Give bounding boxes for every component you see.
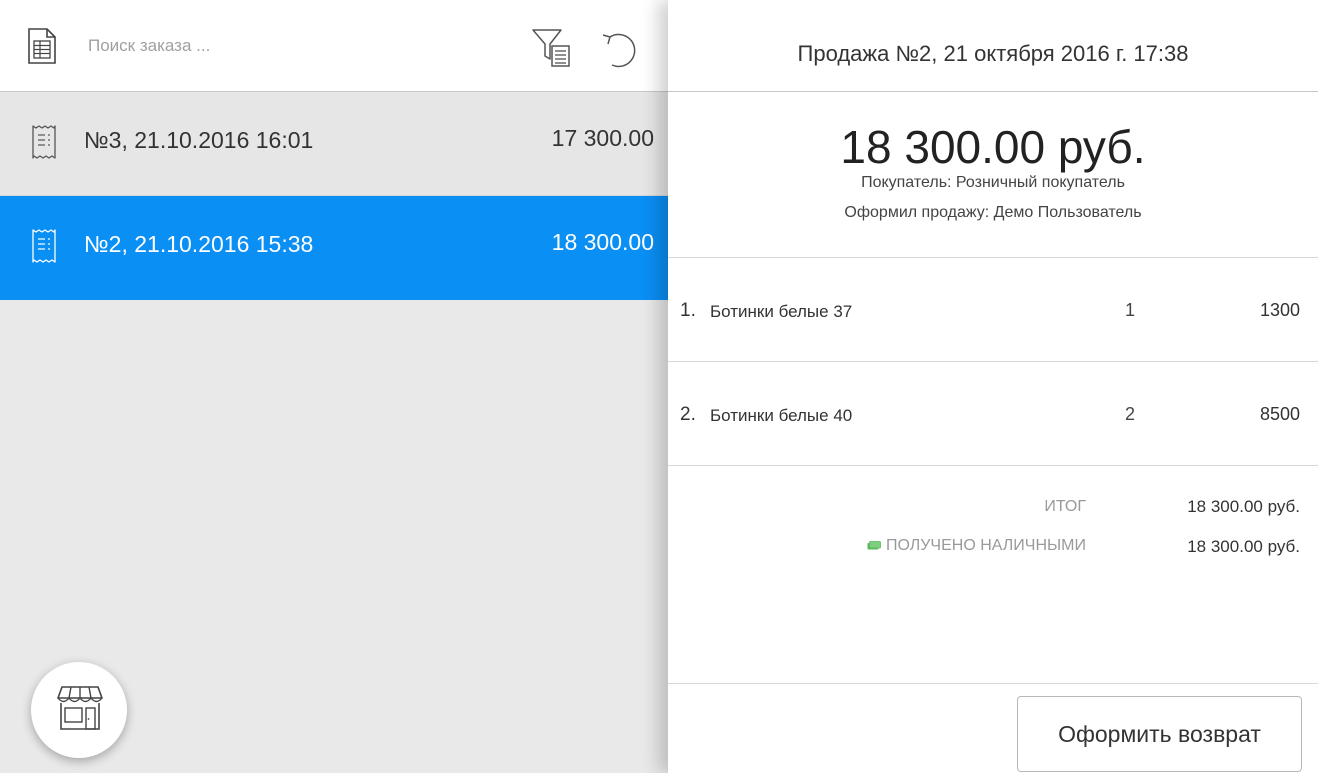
order-row[interactable]: №3, 21.10.2016 16:01 17 300.00: [0, 92, 668, 196]
cash-icon: [867, 541, 881, 550]
total-label: ИТОГ: [1044, 498, 1086, 515]
search-input[interactable]: [88, 30, 488, 62]
item-price: 8500: [1259, 404, 1300, 424]
receipt-icon: [32, 229, 56, 263]
item-name: Ботинки белые 40: [710, 406, 853, 425]
seller-info: Оформил продажу: Демо Пользователь: [844, 204, 1142, 221]
order-label: №2, 21.10.2016 15:38: [84, 231, 314, 257]
order-amount: 18 300.00: [551, 229, 654, 255]
item-number: 1.: [680, 300, 696, 321]
total-value: 18 300.00 руб.: [1187, 497, 1300, 516]
order-row-selected[interactable]: №2, 21.10.2016 15:38 18 300.00: [0, 196, 668, 300]
undo-icon[interactable]: [598, 27, 642, 71]
item-price: 1300: [1259, 300, 1300, 320]
sale-header: Продажа №2, 21 октября 2016 г. 17:38: [668, 0, 1318, 92]
sale-total: 18 300.00 руб.: [840, 121, 1146, 173]
orders-pane: №3, 21.10.2016 16:01 17 300.00 №2, 21.10…: [0, 0, 668, 773]
item-quantity: 1: [1125, 300, 1136, 320]
document-icon[interactable]: [27, 28, 57, 64]
sale-detail-pane: Продажа №2, 21 октября 2016 г. 17:38 18 …: [668, 0, 1318, 773]
cash-received-value: 18 300.00 руб.: [1187, 537, 1300, 556]
filter-icon[interactable]: [531, 27, 573, 69]
cash-received-label: ПОЛУЧЕНО НАЛИЧНЫМИ: [867, 537, 1086, 555]
order-amount: 17 300.00: [551, 125, 654, 151]
return-button[interactable]: Оформить возврат: [1017, 696, 1302, 772]
customer-info: Покупатель: Розничный покупатель: [861, 174, 1125, 191]
sale-item-row[interactable]: 2. Ботинки белые 40 2 8500: [668, 362, 1318, 466]
divider: [668, 465, 1318, 466]
order-label: №3, 21.10.2016 16:01: [84, 127, 314, 153]
sale-title: Продажа №2, 21 октября 2016 г. 17:38: [797, 41, 1189, 66]
item-quantity: 2: [1125, 404, 1136, 424]
store-button[interactable]: [31, 662, 127, 758]
orders-header: [0, 0, 668, 92]
item-number: 2.: [680, 404, 696, 425]
cash-label-text: ПОЛУЧЕНО НАЛИЧНЫМИ: [886, 537, 1086, 554]
sale-item-row[interactable]: 1. Ботинки белые 37 1 1300: [668, 258, 1318, 362]
item-name: Ботинки белые 37: [710, 302, 853, 321]
store-icon: [57, 686, 103, 730]
receipt-icon: [32, 125, 56, 159]
divider: [668, 683, 1318, 684]
